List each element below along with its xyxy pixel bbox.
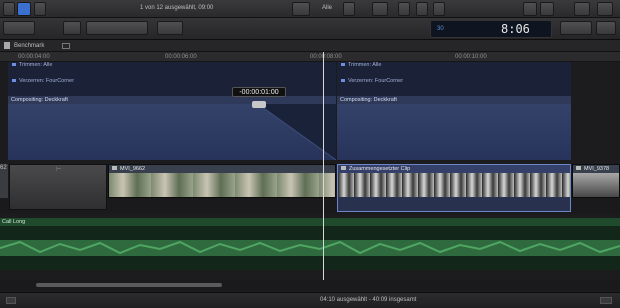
- timecode-tooltip: -00:00:01:00: [232, 87, 286, 97]
- left-edge-clip[interactable]: 62: [0, 164, 8, 198]
- audio-track[interactable]: Call Long: [0, 218, 620, 270]
- audio-waveform: [0, 240, 620, 256]
- list-view-button[interactable]: [17, 2, 31, 16]
- keyword-button[interactable]: [63, 21, 81, 35]
- transition-icon: ⊢: [56, 167, 62, 173]
- secondary-toolbar: 30 8:06: [0, 18, 620, 40]
- clip-filmstrip: [573, 173, 619, 197]
- project-icon: [4, 42, 10, 49]
- right-effect-lane[interactable]: Trimmen: Alle Verzerren: FourCorner Comp…: [337, 62, 571, 160]
- import-button[interactable]: [3, 21, 35, 35]
- speed-button[interactable]: [416, 2, 428, 16]
- next-button[interactable]: [597, 2, 613, 16]
- compositing-header: Compositing: Deckkraft: [337, 96, 571, 104]
- play-button[interactable]: [574, 2, 590, 16]
- clip-appearance-button[interactable]: [292, 2, 310, 16]
- timeline-ruler[interactable]: 00:00:04:00 00:00:06:00 00:00:08:00 00:0…: [0, 52, 620, 62]
- playhead[interactable]: [323, 52, 324, 280]
- grid-view-button[interactable]: [34, 2, 46, 16]
- distort-label: Verzerren: FourCorner: [341, 78, 403, 84]
- trim-label: Trimmen: Alle: [341, 62, 381, 68]
- clip-title: MVI_9662: [109, 165, 335, 173]
- opacity-ramp: [257, 104, 336, 160]
- clip-title: Zusammengesetzter Clip: [338, 165, 570, 173]
- select-tool-button[interactable]: [157, 21, 183, 35]
- compositing-area[interactable]: [8, 104, 336, 160]
- clip-filmstrip: [338, 173, 570, 197]
- ruler-tick: 00:00:08:00: [310, 54, 342, 60]
- filter-label[interactable]: Alle: [322, 5, 332, 11]
- clip-filmstrip: [109, 173, 335, 197]
- dashboard: 30 8:06: [430, 20, 552, 38]
- compositing-header: Compositing: Deckkraft: [8, 96, 336, 104]
- distort-label: Verzerren: FourCorner: [12, 78, 74, 84]
- ruler-tick: 00:00:10:00: [455, 54, 487, 60]
- previous-button[interactable]: [540, 2, 554, 16]
- index-icon[interactable]: [6, 297, 16, 304]
- library-view-button[interactable]: [3, 2, 15, 16]
- drag-handle-icon[interactable]: [252, 101, 266, 108]
- filter-search-button[interactable]: [343, 2, 355, 16]
- top-toolbar: 1 von 12 ausgewählt, 09:00 Alle: [0, 0, 620, 18]
- crop-button[interactable]: [372, 2, 388, 16]
- transform-button[interactable]: [398, 2, 410, 16]
- timeline-scrollbar-track: [0, 280, 620, 290]
- clip-title: MVI_9378: [573, 165, 619, 173]
- trim-label: Trimmen: Alle: [12, 62, 52, 68]
- history-icon[interactable]: [62, 43, 70, 49]
- project-name: Benchmark: [14, 43, 45, 49]
- clip-mvi-9662[interactable]: MVI_9662: [108, 164, 336, 198]
- transition-gap[interactable]: ⊢: [9, 164, 107, 210]
- selection-count: 1 von 12 ausgewählt, 09:00: [140, 5, 214, 11]
- timeline-scrollbar-thumb[interactable]: [36, 283, 222, 287]
- timecode-display: 8:06: [501, 22, 530, 36]
- project-bar: Benchmark: [0, 40, 620, 52]
- ruler-tick: 00:00:04:00: [18, 54, 50, 60]
- left-effect-lane[interactable]: Trimmen: Alle Verzerren: FourCorner Comp…: [8, 62, 336, 160]
- clip-mvi-9378[interactable]: MVI_9378: [572, 164, 620, 198]
- enhance-button[interactable]: [433, 2, 445, 16]
- status-bar: 04:10 ausgewählt - 40:09 insgesamt: [0, 292, 620, 308]
- ruler-tick: 00:00:06:00: [165, 54, 197, 60]
- edit-mode-group[interactable]: [86, 21, 148, 35]
- clip-label: 62: [0, 165, 7, 171]
- audio-clip-label: Call Long: [0, 218, 620, 226]
- rewind-button[interactable]: [523, 2, 537, 16]
- compositing-area[interactable]: [337, 104, 571, 160]
- clip-compound[interactable]: Zusammengesetzter Clip: [337, 164, 571, 212]
- status-text: 04:10 ausgewählt - 40:09 insgesamt: [320, 297, 417, 303]
- audio-meter-button[interactable]: [560, 21, 592, 35]
- zoom-icon[interactable]: [600, 297, 612, 304]
- dashboard-left: 30: [437, 26, 444, 32]
- effects-button[interactable]: [596, 21, 616, 35]
